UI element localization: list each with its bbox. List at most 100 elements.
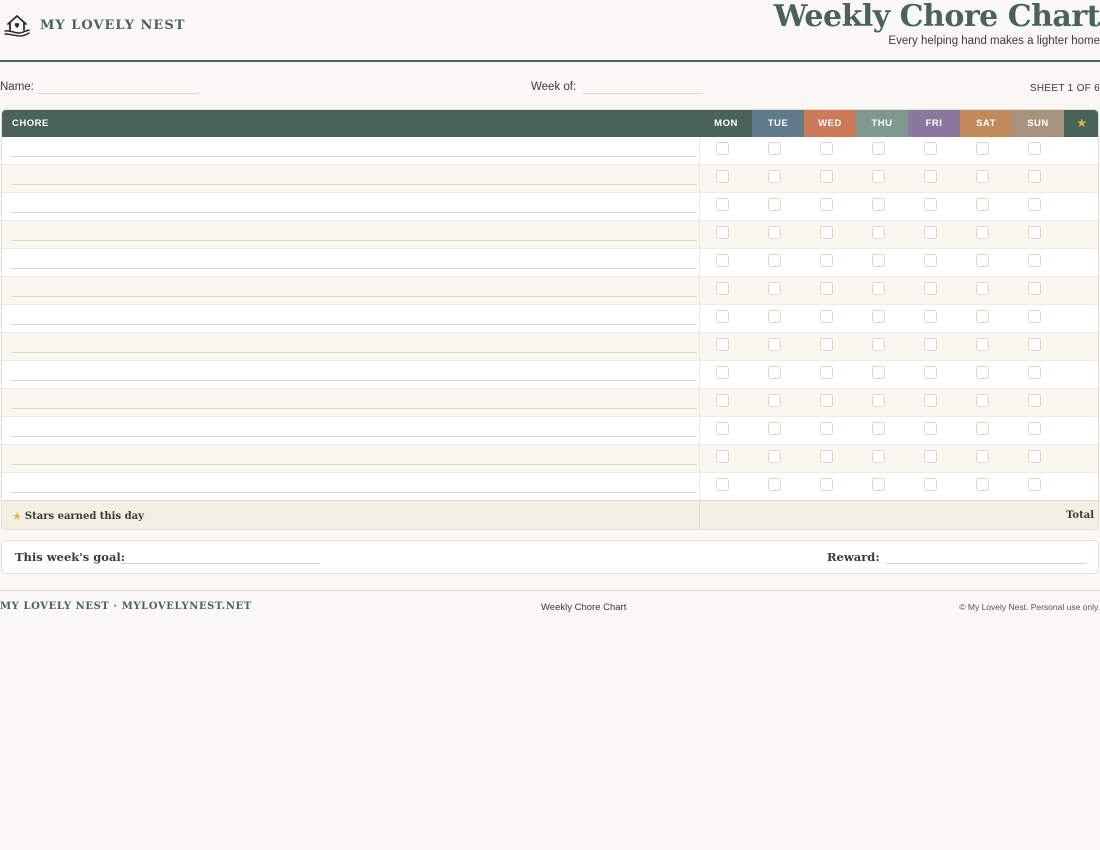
checkbox-fri[interactable] [924,142,937,155]
checkbox-mon[interactable] [716,226,729,239]
chore-entry-field[interactable] [12,240,697,241]
checkbox-mon[interactable] [716,198,729,211]
chore-entry-field[interactable] [12,464,697,465]
checkbox-tue[interactable] [768,422,781,435]
name-field[interactable] [38,93,198,94]
checkbox-fri[interactable] [924,170,937,183]
checkbox-wed[interactable] [820,310,833,323]
checkbox-thu[interactable] [872,142,885,155]
checkbox-wed[interactable] [820,394,833,407]
checkbox-thu[interactable] [872,170,885,183]
chore-entry-field[interactable] [12,408,697,409]
checkbox-sat[interactable] [976,394,989,407]
checkbox-wed[interactable] [820,142,833,155]
checkbox-sat[interactable] [976,282,989,295]
chore-entry-field[interactable] [12,268,697,269]
chore-entry-field[interactable] [12,436,697,437]
checkbox-wed[interactable] [820,198,833,211]
checkbox-tue[interactable] [768,478,781,491]
checkbox-tue[interactable] [768,310,781,323]
chore-entry-field[interactable] [12,296,697,297]
checkbox-thu[interactable] [872,478,885,491]
checkbox-tue[interactable] [768,254,781,267]
checkbox-sun[interactable] [1028,338,1041,351]
checkbox-fri[interactable] [924,310,937,323]
checkbox-sat[interactable] [976,142,989,155]
checkbox-thu[interactable] [872,198,885,211]
checkbox-sat[interactable] [976,338,989,351]
checkbox-sun[interactable] [1028,198,1041,211]
checkbox-tue[interactable] [768,338,781,351]
checkbox-tue[interactable] [768,198,781,211]
chore-entry-field[interactable] [12,492,697,493]
checkbox-tue[interactable] [768,142,781,155]
checkbox-sun[interactable] [1028,422,1041,435]
checkbox-thu[interactable] [872,338,885,351]
checkbox-fri[interactable] [924,450,937,463]
checkbox-fri[interactable] [924,478,937,491]
checkbox-sun[interactable] [1028,478,1041,491]
checkbox-sat[interactable] [976,366,989,379]
checkbox-sun[interactable] [1028,142,1041,155]
checkbox-wed[interactable] [820,254,833,267]
checkbox-fri[interactable] [924,338,937,351]
checkbox-fri[interactable] [924,366,937,379]
checkbox-wed[interactable] [820,478,833,491]
checkbox-sun[interactable] [1028,282,1041,295]
checkbox-mon[interactable] [716,394,729,407]
checkbox-fri[interactable] [924,282,937,295]
chore-entry-field[interactable] [12,352,697,353]
checkbox-sun[interactable] [1028,310,1041,323]
chore-entry-field[interactable] [12,212,697,213]
checkbox-sat[interactable] [976,254,989,267]
checkbox-fri[interactable] [924,254,937,267]
checkbox-sat[interactable] [976,478,989,491]
checkbox-fri[interactable] [924,394,937,407]
checkbox-sat[interactable] [976,226,989,239]
checkbox-thu[interactable] [872,366,885,379]
checkbox-thu[interactable] [872,450,885,463]
checkbox-sun[interactable] [1028,254,1041,267]
checkbox-mon[interactable] [716,450,729,463]
checkbox-tue[interactable] [768,366,781,379]
checkbox-mon[interactable] [716,422,729,435]
checkbox-sun[interactable] [1028,450,1041,463]
checkbox-sun[interactable] [1028,226,1041,239]
checkbox-mon[interactable] [716,338,729,351]
checkbox-wed[interactable] [820,282,833,295]
checkbox-tue[interactable] [768,282,781,295]
checkbox-mon[interactable] [716,282,729,295]
checkbox-mon[interactable] [716,366,729,379]
checkbox-wed[interactable] [820,170,833,183]
checkbox-mon[interactable] [716,310,729,323]
checkbox-thu[interactable] [872,394,885,407]
checkbox-mon[interactable] [716,478,729,491]
checkbox-wed[interactable] [820,422,833,435]
checkbox-sun[interactable] [1028,394,1041,407]
checkbox-wed[interactable] [820,226,833,239]
checkbox-sat[interactable] [976,198,989,211]
chore-entry-field[interactable] [12,324,697,325]
checkbox-tue[interactable] [768,450,781,463]
checkbox-tue[interactable] [768,394,781,407]
checkbox-sun[interactable] [1028,170,1041,183]
checkbox-tue[interactable] [768,170,781,183]
checkbox-mon[interactable] [716,254,729,267]
checkbox-fri[interactable] [924,422,937,435]
checkbox-wed[interactable] [820,338,833,351]
checkbox-thu[interactable] [872,310,885,323]
checkbox-thu[interactable] [872,422,885,435]
checkbox-thu[interactable] [872,226,885,239]
checkbox-mon[interactable] [716,170,729,183]
checkbox-wed[interactable] [820,366,833,379]
chore-entry-field[interactable] [12,156,697,157]
checkbox-fri[interactable] [924,198,937,211]
checkbox-sat[interactable] [976,450,989,463]
checkbox-sat[interactable] [976,310,989,323]
goal-field[interactable] [120,563,320,564]
reward-field[interactable] [886,563,1086,564]
checkbox-thu[interactable] [872,282,885,295]
checkbox-thu[interactable] [872,254,885,267]
checkbox-sat[interactable] [976,422,989,435]
checkbox-mon[interactable] [716,142,729,155]
